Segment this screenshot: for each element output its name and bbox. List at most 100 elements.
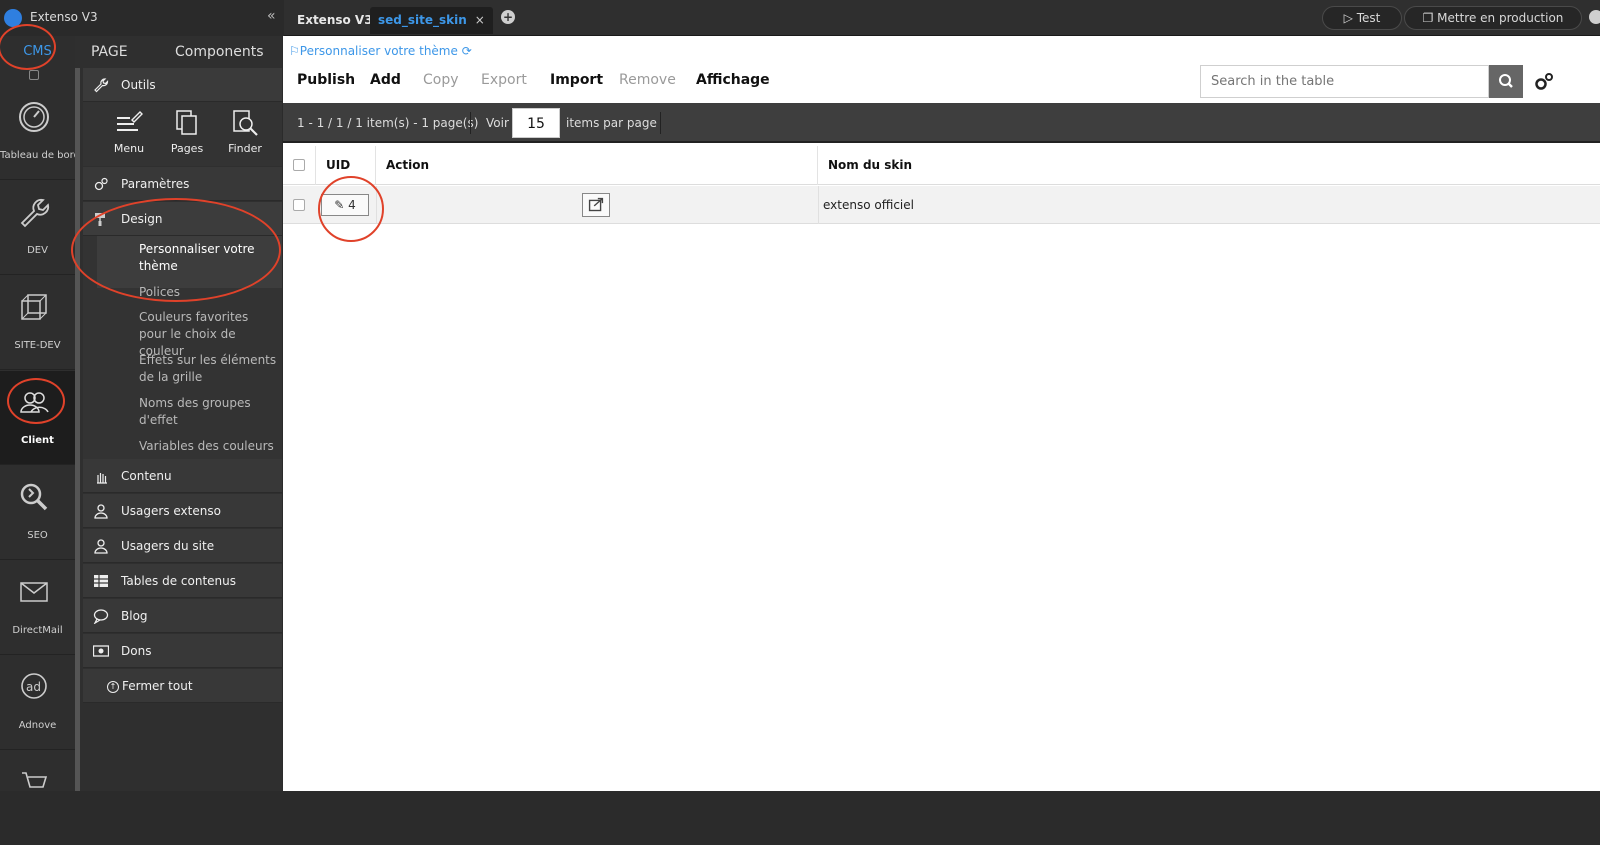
design-link-noms-groupes[interactable]: Noms des groupes d'effet [139, 395, 279, 429]
pagination-summary: 1 - 1 / 1 / 1 item(s) - 1 page(s) [297, 116, 479, 130]
sidebar-item-label: Usagers du site [121, 539, 215, 553]
design-link-variables[interactable]: Variables des couleurs [139, 438, 279, 455]
tool-pages[interactable]: Pages [167, 108, 207, 155]
sidebar: PAGE Components Outils Menu Pages Finder… [75, 36, 282, 791]
test-button[interactable]: ▷ Test [1322, 6, 1402, 30]
search-input[interactable] [1200, 65, 1489, 98]
tab-sed-site-skin[interactable]: sed_site_skin × [370, 7, 493, 34]
sidebar-item-label: Usagers extenso [121, 504, 221, 518]
user-avatar-icon[interactable] [1589, 10, 1600, 24]
select-all-checkbox[interactable] [293, 159, 305, 171]
app-title: Extenso V3 [30, 10, 98, 24]
share-icon [588, 197, 604, 212]
export-button[interactable]: Export [481, 72, 527, 88]
skin-name-cell: extenso officiel [823, 198, 914, 212]
divider [660, 112, 661, 134]
sidebar-item-blog[interactable]: Blog [83, 599, 282, 633]
gauge-icon [19, 102, 49, 132]
sidebar-scrollbar[interactable] [75, 68, 80, 791]
close-tab-icon[interactable]: × [475, 13, 485, 27]
add-button[interactable]: Add [370, 72, 401, 88]
tool-label: Pages [170, 142, 204, 155]
search-button[interactable] [1489, 65, 1523, 98]
import-button[interactable]: Import [550, 72, 603, 88]
rail-item-client[interactable]: Client [0, 371, 75, 465]
sidebar-item-dons[interactable]: Dons [83, 634, 282, 668]
tool-menu[interactable]: Menu [109, 108, 149, 155]
sidebar-item-label: Outils [121, 78, 156, 92]
collapse-sidebar-icon[interactable]: « [267, 8, 276, 24]
divider [376, 186, 377, 224]
app-logo-icon [4, 9, 22, 27]
minus-icon [29, 70, 39, 80]
design-link-effets[interactable]: Effets sur les éléments de la grille [139, 352, 279, 386]
sidebar-item-design[interactable]: Design [83, 202, 282, 236]
sidebar-item-usagers-extenso[interactable]: Usagers extenso [83, 494, 282, 528]
table-row: ✎ 4 extenso officiel [283, 186, 1600, 224]
seo-icon [20, 483, 48, 511]
module-rail: CMS Tableau de bord DEV SITE-DEV Client … [0, 36, 75, 791]
uid-value: 4 [348, 198, 356, 212]
rail-item-seo[interactable]: SEO [0, 466, 75, 560]
rail-item-adnove[interactable]: ad Adnove [0, 656, 75, 750]
column-header-action[interactable]: Action [376, 146, 818, 185]
finder-icon [233, 110, 258, 136]
money-icon [93, 645, 109, 657]
tab-extenso-v3[interactable]: Extenso V3 [289, 7, 381, 34]
column-header-uid[interactable]: UID [316, 146, 376, 185]
copy-button[interactable]: Copy [423, 72, 459, 88]
design-link-personnaliser[interactable]: Personnaliser votre thème [139, 241, 279, 275]
production-button[interactable]: ❐ Mettre en production [1404, 6, 1582, 30]
row-checkbox[interactable] [293, 199, 305, 211]
table-settings-button[interactable] [1533, 71, 1555, 93]
wrench-icon [20, 198, 50, 228]
items-per-page-label: items par page [566, 116, 657, 130]
rail-item-shop[interactable] [0, 751, 75, 845]
sidebar-item-parametres[interactable]: Paramètres [83, 167, 282, 201]
brand-area: Extenso V3 « [0, 0, 284, 36]
tab-label: Extenso V3 [297, 13, 373, 27]
tools-panel: Menu Pages Finder [83, 102, 282, 166]
voir-label: Voir [486, 116, 509, 130]
table-icon [94, 575, 108, 587]
breadcrumb-label: Personnaliser votre thème [299, 44, 458, 58]
search-icon [1499, 74, 1513, 88]
sidebar-tab-page[interactable]: PAGE [91, 36, 128, 68]
sidebar-item-tables-de-contenus[interactable]: Tables de contenus [83, 564, 282, 598]
gears-icon [1535, 73, 1553, 90]
main-panel: ⚐Personnaliser votre thème ⟳ Publish Add… [283, 36, 1600, 791]
rail-item-tableau-de-bord[interactable]: Tableau de bord [0, 86, 75, 180]
publish-button[interactable]: Publish [297, 72, 355, 88]
tool-finder[interactable]: Finder [223, 108, 267, 155]
remove-button[interactable]: Remove [619, 72, 676, 88]
sidebar-item-contenu[interactable]: Contenu [83, 459, 282, 493]
pagination-bar: 1 - 1 / 1 / 1 item(s) - 1 page(s) Voir 1… [283, 103, 1600, 143]
rail-item-directmail[interactable]: DirectMail [0, 561, 75, 655]
rail-item-site-dev[interactable]: SITE-DEV [0, 276, 75, 370]
paint-roller-icon [95, 213, 105, 226]
rail-item-dev[interactable]: DEV [0, 181, 75, 275]
edit-uid-button[interactable]: ✎ 4 [321, 194, 369, 216]
sidebar-item-usagers-du-site[interactable]: Usagers du site [83, 529, 282, 563]
breadcrumb[interactable]: ⚐Personnaliser votre thème ⟳ [289, 44, 472, 58]
sidebar-item-label: Tables de contenus [121, 574, 237, 588]
column-header-nom-du-skin[interactable]: Nom du skin [818, 146, 1600, 185]
design-link-polices[interactable]: Polices [139, 284, 279, 301]
rail-item-label: DirectMail [12, 625, 63, 636]
close-all-button[interactable]: ↑ Fermer tout [83, 669, 282, 703]
affichage-button[interactable]: Affichage [696, 72, 770, 88]
add-tab-icon[interactable]: + [501, 10, 515, 24]
cube-icon [21, 294, 47, 320]
rail-item-label: Adnove [18, 720, 57, 731]
arrow-up-circle-icon: ↑ [107, 680, 119, 693]
sidebar-item-outils[interactable]: Outils [83, 68, 282, 102]
rail-item-label: Client [21, 435, 54, 446]
gears-icon [94, 177, 108, 191]
items-per-page-input[interactable]: 15 [512, 108, 560, 138]
share-button[interactable] [582, 193, 610, 217]
sidebar-tab-components[interactable]: Components [175, 36, 264, 68]
select-all-cell [283, 146, 316, 185]
sidebar-item-label: Contenu [121, 469, 172, 483]
refresh-icon[interactable]: ⟳ [462, 44, 472, 58]
rail-tab-cms[interactable]: CMS [0, 36, 75, 70]
